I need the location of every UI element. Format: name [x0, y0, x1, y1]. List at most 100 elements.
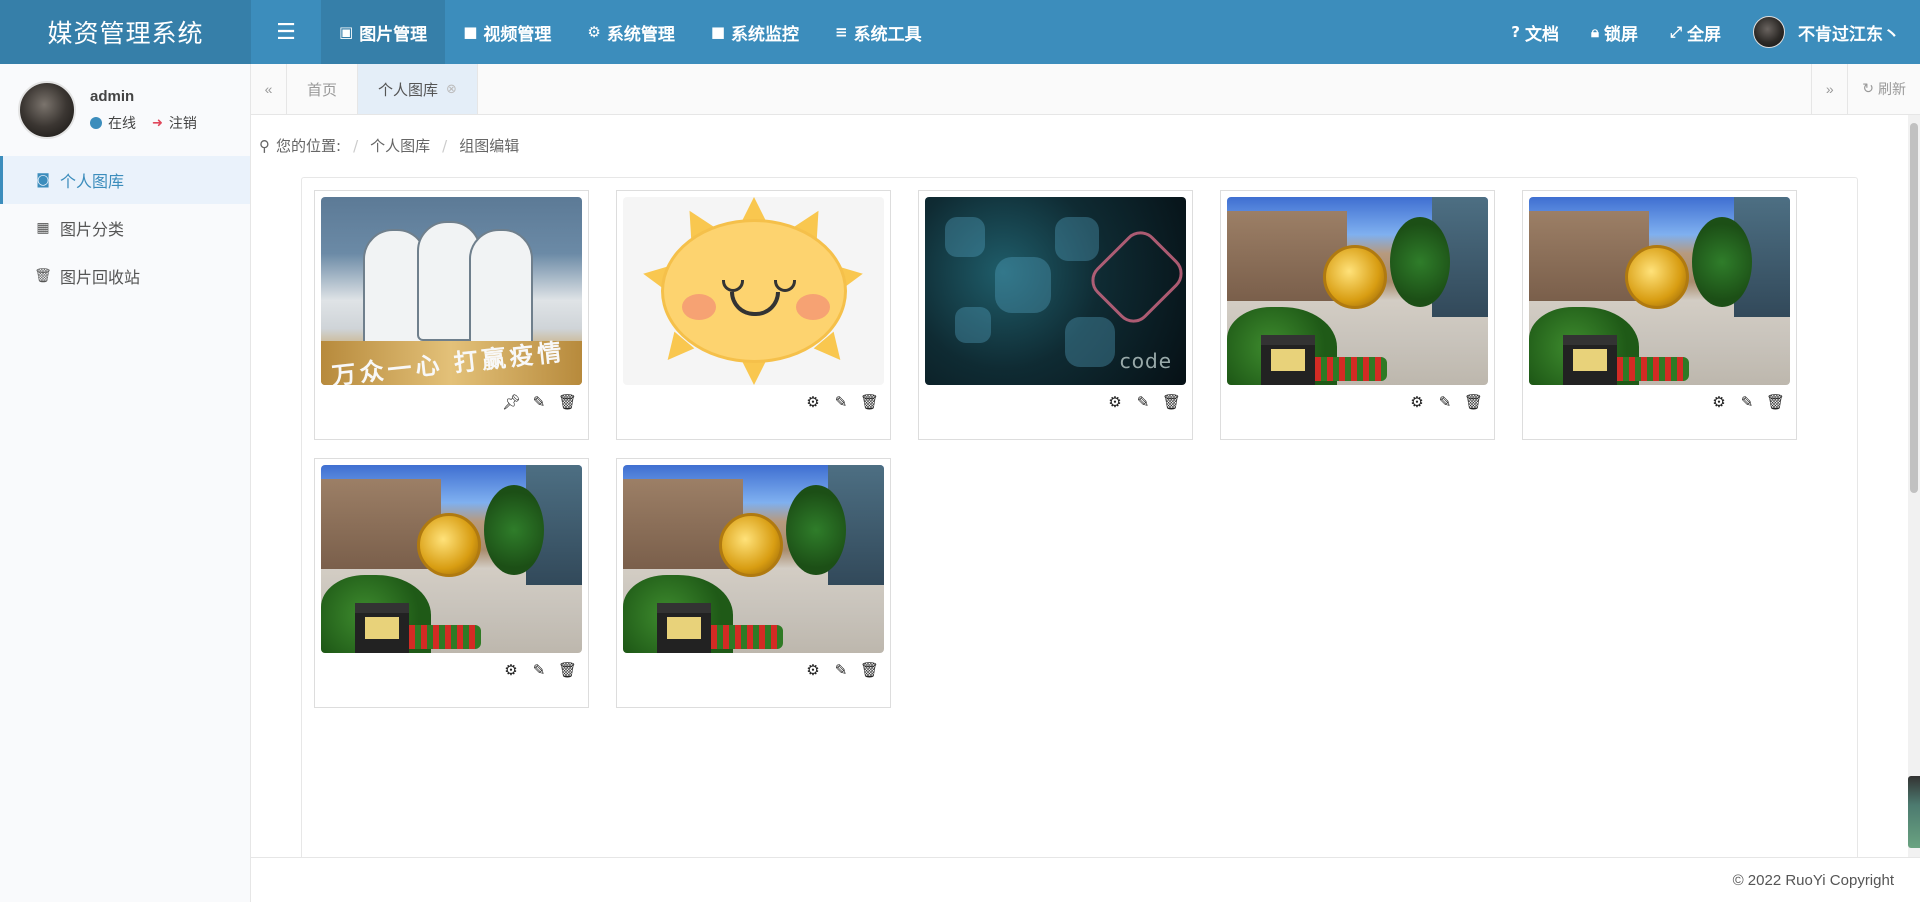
user-avatar-small — [1753, 16, 1785, 48]
trash-icon[interactable]: 🗑︎ — [860, 661, 879, 679]
sidebar-item-image-category[interactable]: ▦ 图片分类 — [0, 204, 250, 252]
scrollbar-thumb[interactable] — [1910, 123, 1918, 493]
edit-icon[interactable]: ✎ — [530, 661, 548, 679]
tabs-scroll-left-button[interactable]: « — [251, 64, 287, 114]
tabs-spacer — [478, 64, 1811, 114]
thumbnail-image[interactable] — [1529, 197, 1790, 385]
hex-shape — [955, 307, 991, 343]
tab-label: 个人图库 — [378, 80, 439, 99]
lamp-shape — [1261, 335, 1315, 385]
nav-system-monitor[interactable]: ■ 系统监控 — [693, 0, 817, 64]
side-widget[interactable] — [1908, 776, 1920, 848]
lamp-shape — [1563, 335, 1617, 385]
lock-icon: 🔒︎ — [1591, 23, 1599, 41]
pin-icon[interactable]: 📌︎ — [502, 393, 521, 411]
lock-screen-button[interactable]: 🔒︎ 锁屏 — [1575, 0, 1654, 64]
gear-icon: ⚙ — [587, 23, 601, 41]
gallery-card: ⚙ ✎ 🗑︎ — [1220, 190, 1495, 440]
gear-icon[interactable]: ⚙ — [1408, 393, 1426, 411]
sidebar-item-label: 图片回收站 — [60, 268, 141, 287]
sidebar-toggle-button[interactable]: ☰ — [251, 0, 321, 64]
thumbnail-image[interactable]: code — [925, 197, 1186, 385]
tree-shape — [484, 485, 544, 575]
nav-system-tools[interactable]: ≡ 系统工具 — [817, 0, 940, 64]
lamp-shape — [657, 603, 711, 653]
gallery-card: ⚙ ✎ 🗑︎ — [314, 458, 589, 708]
refresh-label: 刷新 — [1878, 82, 1906, 98]
docs-link[interactable]: ? 文档 — [1495, 0, 1575, 64]
edit-icon[interactable]: ✎ — [530, 393, 548, 411]
user-status: 在线 ➜ 注销 — [90, 113, 197, 133]
edit-icon[interactable]: ✎ — [1738, 393, 1756, 411]
expand-icon: ⤢ — [1669, 23, 1682, 41]
tab-personal-gallery[interactable]: 个人图库 ⊗ — [358, 64, 478, 114]
close-icon[interactable]: ⊗ — [446, 82, 457, 97]
thumbnail-image[interactable] — [623, 197, 884, 385]
trash-icon: 🗑︎ — [34, 268, 52, 284]
top-navbar: 媒资管理系统 ☰ ▣ 图片管理 ■ 视频管理 ⚙ 系统管理 ■ 系统监控 ≡ 系… — [0, 0, 1920, 64]
gear-icon[interactable]: ⚙ — [804, 661, 822, 679]
trash-icon[interactable]: 🗑︎ — [860, 393, 879, 411]
thumbnail-image[interactable] — [321, 465, 582, 653]
breadcrumb: ⚲ 您的位置: / 个人图库 / 组图编辑 — [259, 135, 519, 156]
refresh-button[interactable]: ↻ 刷新 — [1847, 64, 1920, 114]
thumbnail-image[interactable] — [623, 465, 884, 653]
medal-sculpture — [1625, 245, 1689, 309]
avatar — [18, 81, 76, 139]
vertical-scrollbar[interactable] — [1908, 115, 1920, 857]
figure-shape — [469, 229, 533, 349]
breadcrumb-separator: / — [353, 136, 359, 155]
online-dot-icon — [90, 116, 102, 129]
medal-sculpture — [719, 513, 783, 577]
logout-link[interactable]: 注销 — [169, 113, 197, 133]
code-text: code — [1119, 349, 1172, 373]
nav-label: 视频管理 — [483, 24, 552, 45]
edit-icon[interactable]: ✎ — [1436, 393, 1454, 411]
double-left-icon: « — [264, 81, 273, 97]
user-info: admin 在线 ➜ 注销 — [90, 88, 197, 133]
refresh-icon: ↻ — [1862, 81, 1874, 97]
edit-icon[interactable]: ✎ — [832, 393, 850, 411]
gallery-card: 万众一心 打赢疫情 📌︎ ✎ 🗑︎ — [314, 190, 589, 440]
gear-icon[interactable]: ⚙ — [1710, 393, 1728, 411]
nav-video-management[interactable]: ■ 视频管理 — [445, 0, 569, 64]
tabs-scroll-right-button[interactable]: » — [1811, 64, 1847, 114]
medal-sculpture — [1323, 245, 1387, 309]
gear-icon[interactable]: ⚙ — [1106, 393, 1124, 411]
sidebar-item-personal-gallery[interactable]: ◙ 个人图库 — [0, 156, 250, 204]
fullscreen-button[interactable]: ⤢ 全屏 — [1654, 0, 1737, 64]
logo-mark — [1083, 223, 1186, 331]
app-logo-title[interactable]: 媒资管理系统 — [0, 0, 251, 64]
breadcrumb-item[interactable]: 个人图库 — [370, 135, 430, 156]
gallery-card: code ⚙ ✎ 🗑︎ — [918, 190, 1193, 440]
nav-label: 系统监控 — [731, 24, 800, 45]
nav-label: 系统管理 — [606, 24, 675, 45]
thumbnail-image[interactable]: 万众一心 打赢疫情 — [321, 197, 582, 385]
card-actions: ⚙ ✎ 🗑︎ — [1408, 393, 1483, 411]
trash-icon[interactable]: 🗑︎ — [1766, 393, 1785, 411]
trash-icon[interactable]: 🗑︎ — [558, 661, 577, 679]
trash-icon[interactable]: 🗑︎ — [1162, 393, 1181, 411]
sidebar-item-recycle-bin[interactable]: 🗑︎ 图片回收站 — [0, 252, 250, 300]
thumbnail-image[interactable] — [1227, 197, 1488, 385]
gear-icon[interactable]: ⚙ — [804, 393, 822, 411]
medal-sculpture — [417, 513, 481, 577]
gallery-card: ⚙ ✎ 🗑︎ — [616, 458, 891, 708]
trash-icon[interactable]: 🗑︎ — [558, 393, 577, 411]
sun-eye — [774, 280, 796, 292]
trash-icon[interactable]: 🗑︎ — [1464, 393, 1483, 411]
edit-icon[interactable]: ✎ — [1134, 393, 1152, 411]
gear-icon[interactable]: ⚙ — [502, 661, 520, 679]
user-menu[interactable]: 不肯过江东丶 — [1737, 0, 1920, 64]
copyright-text: © 2022 RuoYi Copyright — [1732, 871, 1894, 889]
video-camera-icon: ■ — [710, 23, 726, 41]
tab-home[interactable]: 首页 — [287, 64, 359, 114]
hex-shape — [995, 257, 1051, 313]
sidebar: admin 在线 ➜ 注销 ◙ 个人图库 ▦ 图片分类 🗑︎ 图片回收站 — [0, 64, 251, 902]
nav-system-management[interactable]: ⚙ 系统管理 — [569, 0, 692, 64]
gallery-card: ⚙ ✎ 🗑︎ — [616, 190, 891, 440]
sun-cheek — [796, 294, 830, 320]
nav-image-management[interactable]: ▣ 图片管理 — [321, 0, 446, 64]
edit-icon[interactable]: ✎ — [832, 661, 850, 679]
user-name: admin — [90, 87, 135, 105]
